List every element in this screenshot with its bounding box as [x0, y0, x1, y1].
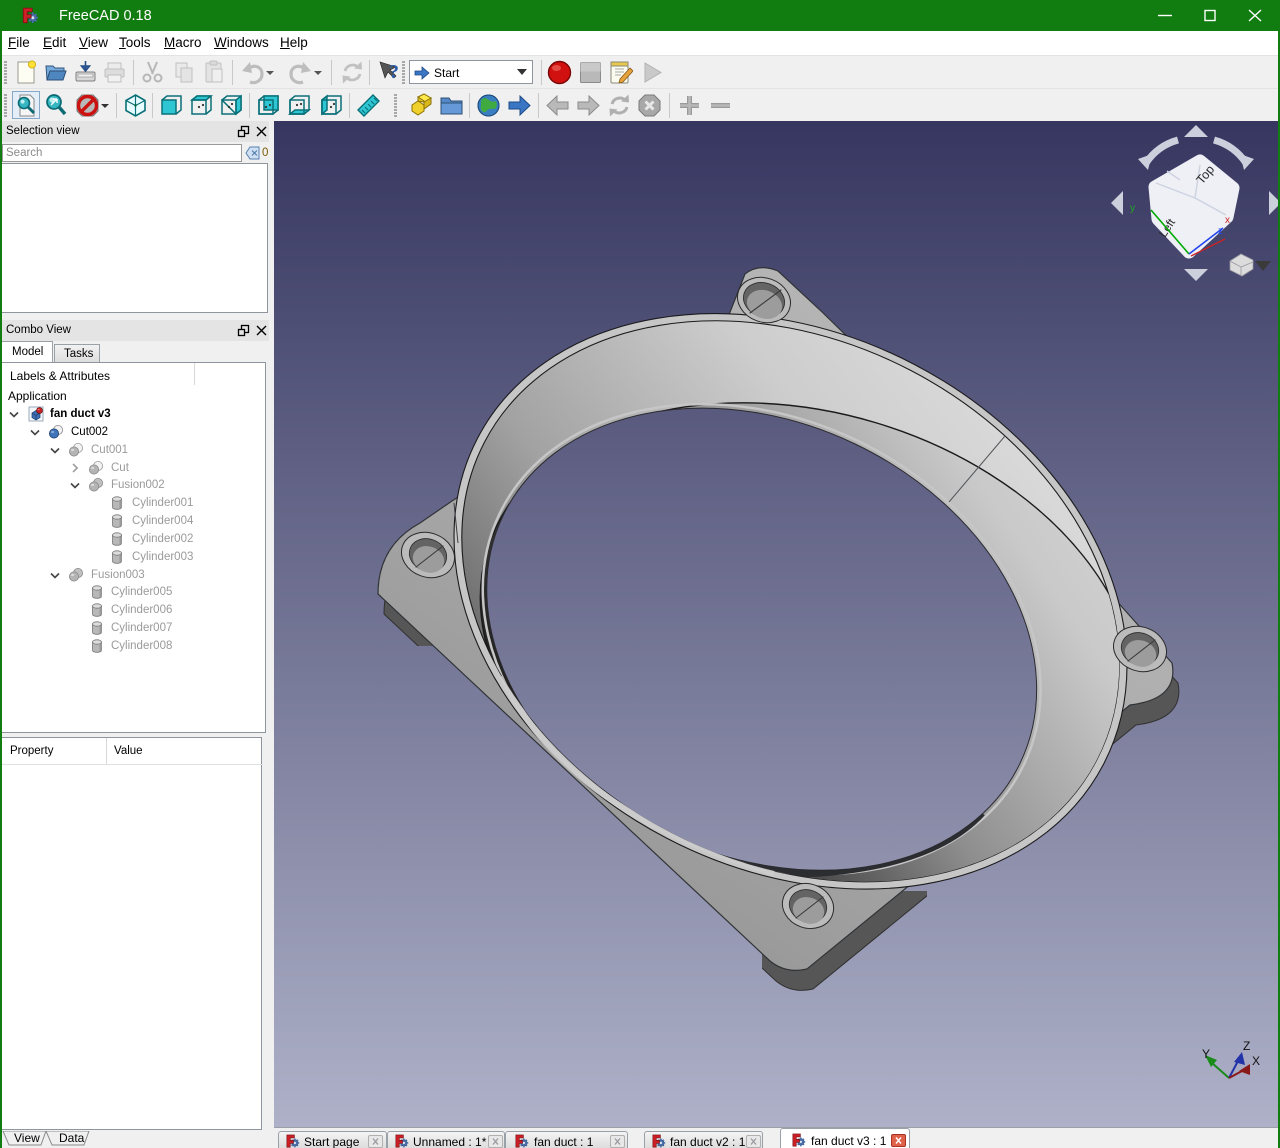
svg-text:Z: Z [1243, 1039, 1250, 1053]
svg-text:z: z [1218, 226, 1223, 237]
svg-text:?: ? [389, 61, 399, 83]
svg-text:X: X [1252, 1054, 1260, 1068]
svg-text:Y: Y [1202, 1047, 1210, 1061]
svg-text:Data: Data [59, 1131, 85, 1145]
svg-text:x: x [1225, 215, 1230, 226]
svg-text:y: y [1130, 203, 1135, 214]
svg-text:View: View [14, 1131, 40, 1145]
